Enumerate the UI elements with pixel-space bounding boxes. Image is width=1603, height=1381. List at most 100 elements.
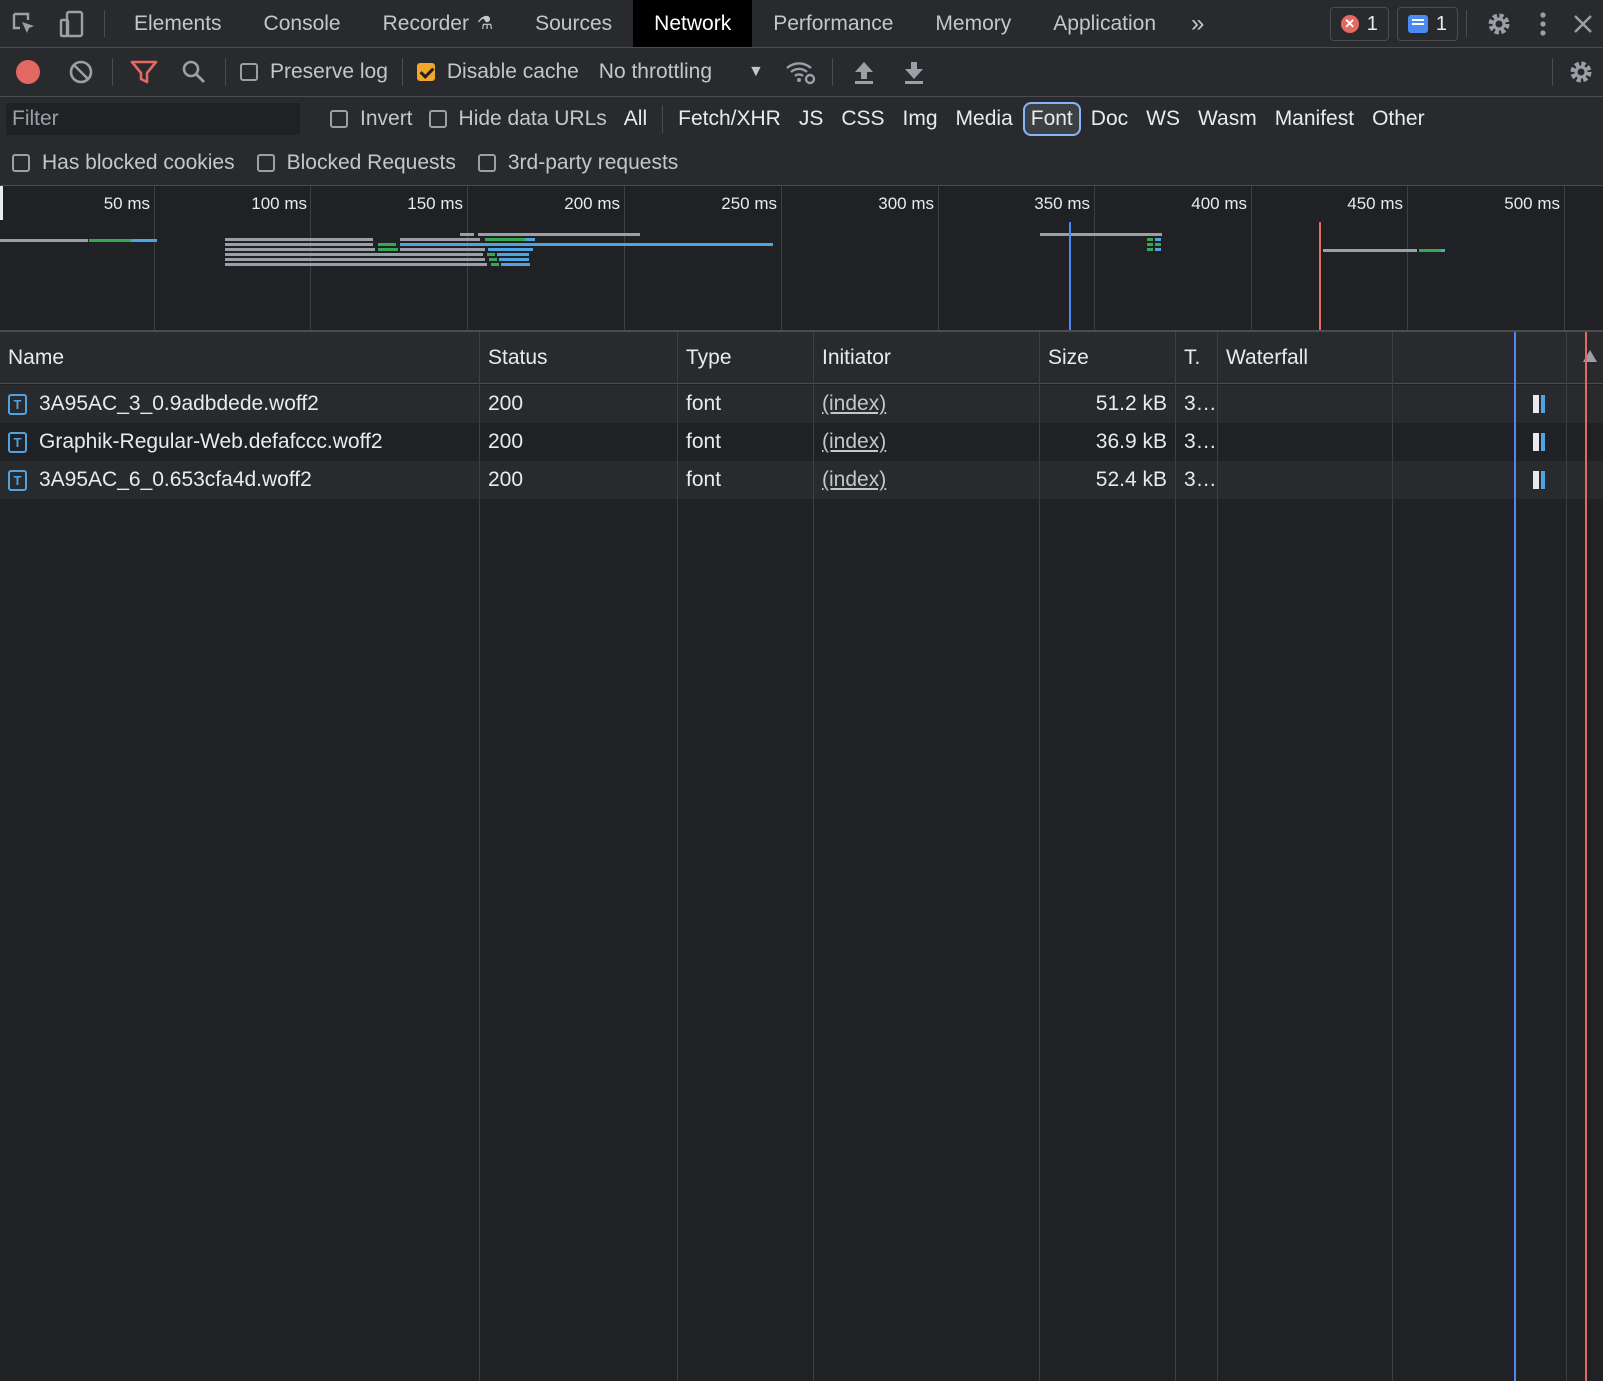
table-row[interactable]: T Graphik-Regular-Web.defafccc.woff2 200… (0, 423, 1603, 461)
tab-sources[interactable]: Sources (514, 0, 633, 47)
preserve-log-box[interactable] (240, 63, 258, 81)
column-separator[interactable] (813, 332, 814, 1381)
invert-checkbox[interactable]: Invert (322, 107, 421, 131)
clear-button[interactable] (56, 48, 106, 97)
hide-data-urls-box[interactable] (428, 110, 447, 128)
network-overview-timeline[interactable]: 50 ms 100 ms 150 ms 200 ms 250 ms 300 ms… (0, 186, 1603, 332)
column-header-type[interactable]: Type (678, 332, 813, 384)
hide-data-urls-checkbox[interactable]: Hide data URLs (421, 107, 615, 131)
network-settings-button[interactable] (1559, 48, 1603, 97)
tab-network[interactable]: Network (633, 0, 753, 47)
column-header-time[interactable]: T. (1176, 332, 1217, 384)
close-icon[interactable] (1563, 0, 1603, 48)
type-filter-all[interactable]: All (616, 103, 655, 135)
dom-content-loaded-marker (1069, 222, 1071, 330)
request-bar (225, 263, 487, 266)
disable-cache-checkbox[interactable]: Disable cache (409, 60, 587, 84)
has-blocked-cookies-checkbox[interactable]: Has blocked cookies (4, 151, 243, 175)
column-separator[interactable] (1039, 332, 1040, 1381)
tab-console[interactable]: Console (243, 0, 362, 47)
more-options-icon[interactable] (1523, 0, 1563, 48)
table-row[interactable]: T 3A95AC_3_0.9adbdede.woff2 200 font (in… (0, 385, 1603, 423)
overview-selection-handle[interactable] (0, 186, 3, 220)
request-bar (225, 238, 373, 241)
request-bar (225, 248, 375, 251)
request-bar (131, 239, 157, 242)
grid-line (938, 186, 939, 330)
type-cell: font (686, 430, 722, 453)
request-bar (487, 253, 495, 256)
has-blocked-cookies-box[interactable] (12, 154, 30, 172)
type-filter-css[interactable]: CSS (833, 103, 892, 135)
devtools-tab-bar: Elements Console Recorder ⚗ Sources Netwo… (0, 0, 1603, 48)
type-filter-manifest[interactable]: Manifest (1267, 103, 1362, 135)
separator (112, 58, 113, 86)
column-separator[interactable] (1175, 332, 1176, 1381)
import-har-button[interactable] (839, 48, 889, 97)
waterfall-header-label: Waterfall (1226, 346, 1309, 369)
type-filter-js[interactable]: JS (791, 103, 832, 135)
third-party-requests-checkbox[interactable]: 3rd-party requests (470, 151, 686, 175)
type-filter-media[interactable]: Media (948, 103, 1021, 135)
tab-label: Application (1053, 11, 1156, 35)
record-button[interactable] (0, 48, 56, 97)
disable-cache-box[interactable] (416, 63, 435, 81)
invert-box[interactable] (330, 110, 348, 128)
tab-memory[interactable]: Memory (914, 0, 1032, 47)
filter-input[interactable] (6, 103, 300, 135)
separator (104, 10, 105, 37)
table-row[interactable]: T 3A95AC_6_0.653cfa4d.woff2 200 font (in… (0, 461, 1603, 499)
network-conditions-button[interactable] (776, 48, 826, 97)
gear-icon (1570, 61, 1592, 83)
column-header-status[interactable]: Status (480, 332, 677, 384)
messages-badge[interactable]: 1 (1396, 7, 1458, 41)
more-tabs-icon[interactable]: » (1177, 0, 1218, 47)
device-toolbar-icon[interactable] (48, 0, 96, 48)
settings-gear-icon[interactable] (1475, 0, 1523, 48)
preserve-log-checkbox[interactable]: Preserve log (232, 60, 396, 84)
column-header-size[interactable]: Size (1040, 332, 1175, 384)
filter-toggle-button[interactable] (119, 48, 169, 97)
column-header-name[interactable]: Name (0, 332, 479, 384)
tab-performance[interactable]: Performance (752, 0, 914, 47)
export-har-button[interactable] (889, 48, 939, 97)
type-filter-fetch-xhr[interactable]: Fetch/XHR (670, 103, 789, 135)
blocked-requests-checkbox[interactable]: Blocked Requests (249, 151, 464, 175)
type-filter-doc[interactable]: Doc (1083, 103, 1136, 135)
tab-elements[interactable]: Elements (113, 0, 243, 47)
search-button[interactable] (169, 48, 219, 97)
initiator-link[interactable]: (index) (822, 430, 886, 454)
initiator-link[interactable]: (index) (822, 392, 886, 416)
errors-badge[interactable]: ✕ 1 (1329, 7, 1389, 41)
request-bar (1419, 249, 1441, 252)
column-header-initiator[interactable]: Initiator (814, 332, 1039, 384)
clear-icon (69, 60, 93, 84)
name-cell: T 3A95AC_3_0.9adbdede.woff2 (0, 385, 479, 423)
third-party-requests-label: 3rd-party requests (507, 151, 679, 174)
throttling-select[interactable]: No throttling ▼ (587, 60, 776, 84)
column-separator[interactable] (677, 332, 678, 1381)
column-header-waterfall[interactable]: Waterfall (1218, 332, 1603, 384)
tick-label: 200 ms (564, 194, 620, 213)
initiator-link[interactable]: (index) (822, 468, 886, 492)
record-icon (16, 60, 40, 84)
tab-recorder[interactable]: Recorder ⚗ (362, 0, 515, 47)
waterfall-bar-waiting (1533, 433, 1539, 451)
inspect-element-icon[interactable] (0, 0, 48, 48)
third-party-requests-box[interactable] (477, 154, 496, 172)
column-separator[interactable] (1217, 332, 1218, 1381)
column-separator[interactable] (479, 332, 480, 1381)
type-filter-img[interactable]: Img (895, 103, 946, 135)
blocked-requests-box[interactable] (256, 154, 275, 172)
type-filter-font[interactable]: Font (1022, 102, 1081, 136)
type-filter-ws[interactable]: WS (1138, 103, 1188, 135)
tab-label: Recorder (382, 11, 469, 35)
message-count: 1 (1435, 12, 1447, 35)
type-filter-wasm[interactable]: Wasm (1190, 103, 1265, 135)
request-bar (1441, 249, 1445, 252)
network-toolbar: Preserve log Disable cache No throttling… (0, 48, 1603, 97)
type-filter-other[interactable]: Other (1364, 103, 1433, 135)
separator (225, 58, 226, 86)
tab-application[interactable]: Application (1032, 0, 1177, 47)
size-cell: 51.2 kB (1095, 392, 1167, 415)
